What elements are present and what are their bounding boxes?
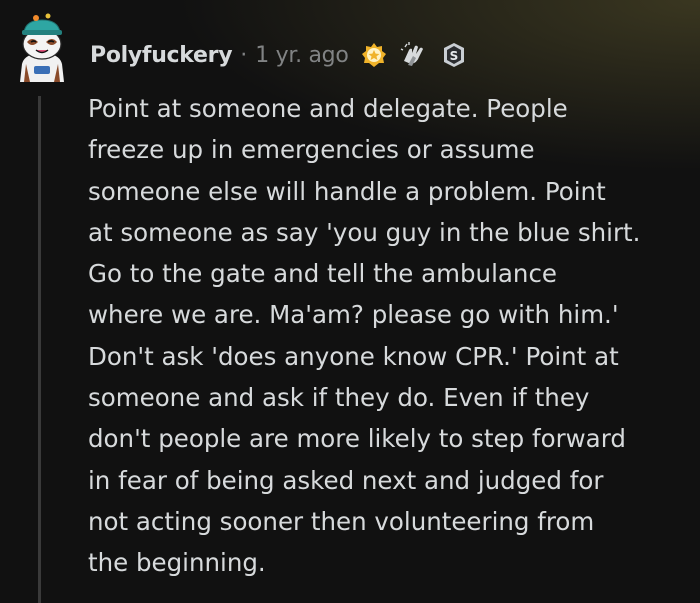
thread-line[interactable] [38,96,41,603]
comment-body-line: someone and ask if they do. Even if they [88,383,590,413]
comment-body-line: freeze up in emergencies or assume [88,135,535,165]
snoo-avatar-icon [20,13,64,82]
comment-body-line: not acting sooner then volunteering from [88,506,595,536]
meta-separator: · [240,42,248,68]
username-link[interactable]: Polyfuckery [90,43,233,68]
comment-body: Point at someone and delegate. People fr… [88,88,688,584]
comment-body-line: Point at someone and delegate. People [88,94,568,123]
comment-body-line: where we are. Ma'am? please go with him.… [88,300,619,330]
comment-meta: Polyfuckery · 1 yr. ago S [90,38,468,72]
avatar[interactable] [14,12,70,84]
silver-award-icon[interactable]: S [440,41,468,69]
comment-body-line: someone else will handle a problem. Poin… [88,176,606,206]
comment: Polyfuckery · 1 yr. ago S Point at someo… [0,0,700,603]
svg-text:S: S [450,49,459,63]
comment-body-line: don't people are more likely to step for… [88,424,626,454]
comment-body-line: at someone as say 'you guy in the blue s… [88,217,641,247]
helpful-award-icon[interactable] [360,41,388,69]
comment-age[interactable]: 1 yr. ago [255,43,349,68]
comment-body-line: Don't ask 'does anyone know CPR.' Point … [88,341,619,371]
comment-body-line: Go to the gate and tell the ambulance [88,259,557,289]
comment-body-line: the beginning. [88,548,266,578]
comment-body-line: in fear of being asked next and judged f… [88,465,604,495]
high-five-award-icon[interactable] [400,41,428,69]
